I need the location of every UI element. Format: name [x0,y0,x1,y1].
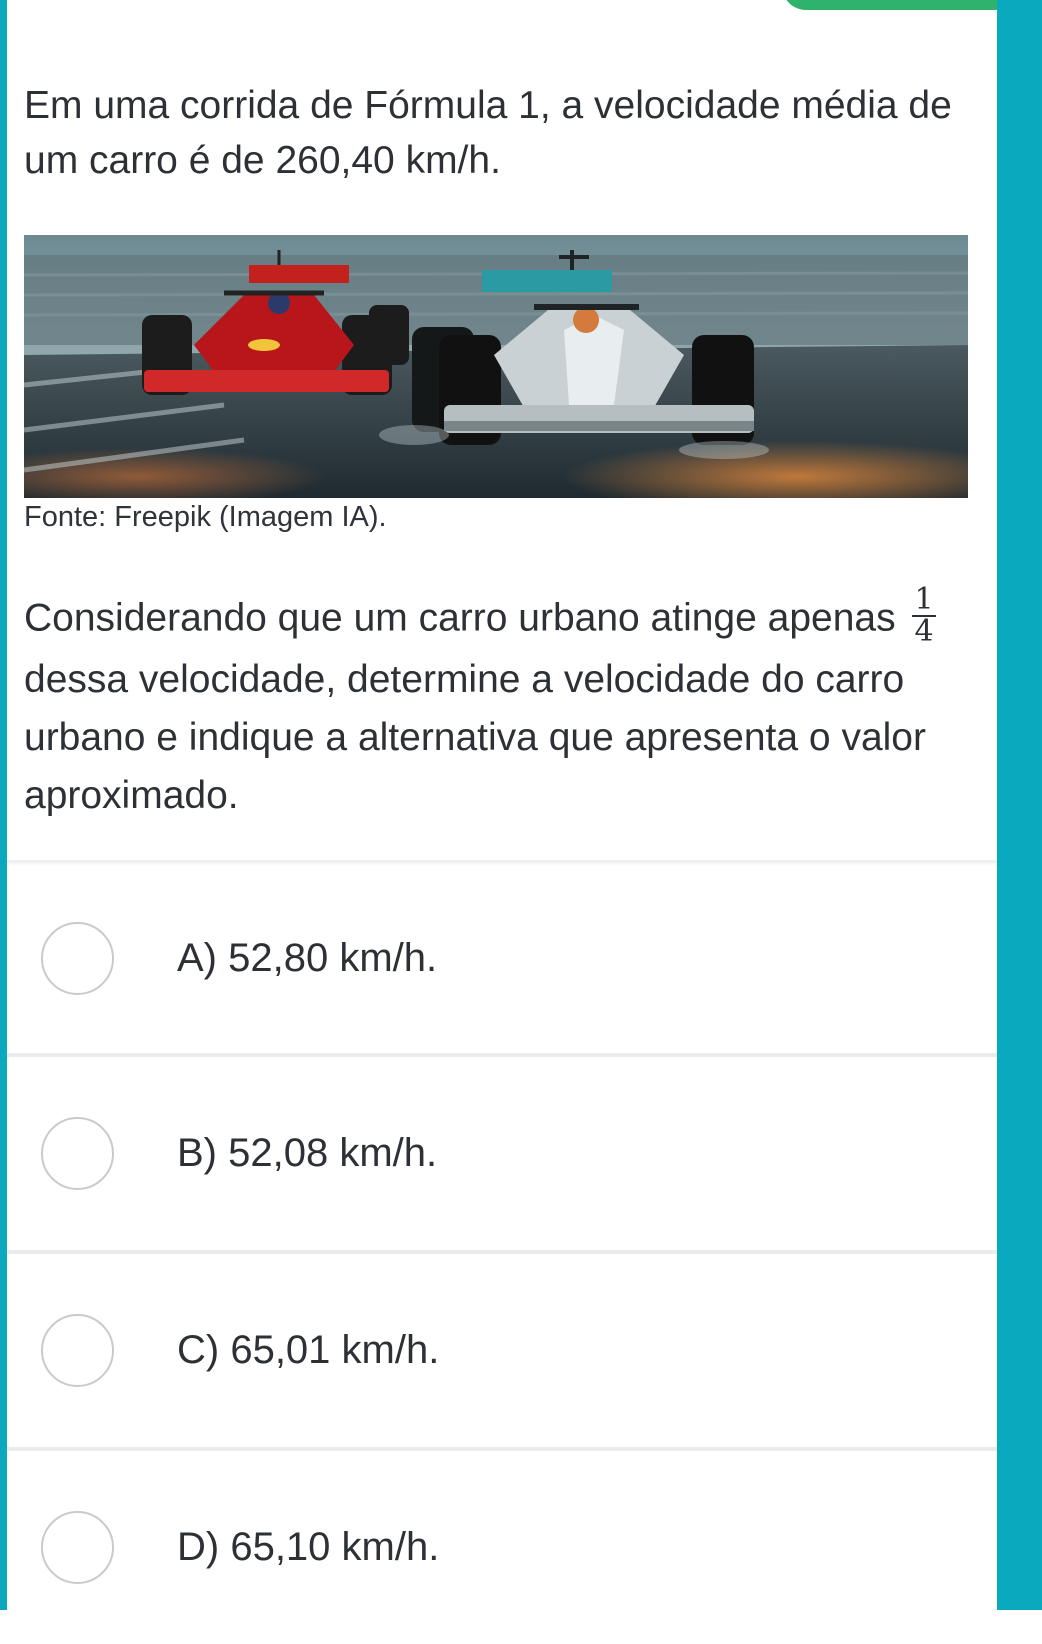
race-cars-image [24,235,968,498]
fraction-one-quarter: 14 [912,582,936,649]
option-c[interactable]: C) 65,01 km/h. [7,1254,997,1447]
option-label: C) 65,01 km/h. [177,1328,440,1372]
radio-button[interactable] [41,1117,114,1190]
radio-button[interactable] [41,1314,114,1387]
radio-button[interactable] [41,1511,114,1584]
question-body-end: dessa velocidade, determine a velocidade… [24,658,926,817]
fraction-denominator: 4 [914,614,934,649]
option-label: D) 65,10 km/h. [177,1525,440,1569]
question-intro: Em uma corrida de Fórmula 1, a velocidad… [24,84,952,182]
question-body: Considerando que um carro urbano atinge … [24,585,974,825]
left-frame-border [0,0,7,1610]
image-caption: Fonte: Freepik (Imagem IA). [24,501,387,533]
question-body-start: Considerando que um carro urbano atinge … [24,596,896,640]
option-label: B) 52,08 km/h. [177,1131,438,1175]
option-a[interactable]: A) 52,80 km/h. [7,862,997,1055]
option-b[interactable]: B) 52,08 km/h. [7,1057,997,1250]
fraction-numerator: 1 [912,582,936,617]
progress-indicator [782,0,997,10]
radio-button[interactable] [41,922,114,995]
option-d[interactable]: D) 65,10 km/h. [7,1451,997,1644]
option-label: A) 52,80 km/h. [177,936,438,980]
right-frame-border [997,0,1042,1610]
